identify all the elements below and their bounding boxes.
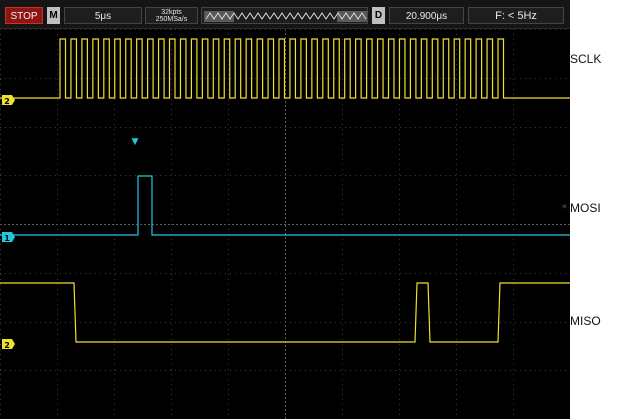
waveform-plot: ▼ 2 1 2 xyxy=(0,29,570,419)
ch-marker-sclk[interactable]: 2 xyxy=(2,95,15,106)
trigger-marker: ▼ xyxy=(132,137,139,147)
mode-badge[interactable]: M xyxy=(47,7,60,24)
overview-wave-icon xyxy=(204,11,367,22)
sclk-waveform xyxy=(0,38,570,99)
channel-label-miso: MISO xyxy=(570,314,601,328)
timebase-display[interactable]: 5μs xyxy=(64,7,142,24)
ch-marker-sclk-label: 2 xyxy=(4,97,10,106)
frequency-counter[interactable]: F: < 5Hz xyxy=(468,7,564,24)
channel-label-mosi: MOSI xyxy=(570,201,601,215)
ch-marker-mosi[interactable]: 1 xyxy=(2,232,15,243)
trigger-delay-display[interactable]: 20.900μs xyxy=(389,7,464,24)
oscilloscope-screen: STOP M 5μs 32kpts 250MSa/s D 20.900μs F:… xyxy=(0,0,570,419)
mosi-pointer-icon: ◂ xyxy=(561,201,567,212)
memory-depth: 32kpts xyxy=(161,9,182,16)
delay-mode-badge[interactable]: D xyxy=(372,7,385,24)
ch-marker-mosi-label: 1 xyxy=(4,234,10,243)
ch-marker-miso-label: 2 xyxy=(4,341,10,350)
sample-rate: 250MSa/s xyxy=(155,16,188,23)
overview-window-left xyxy=(204,11,234,22)
ch-marker-miso[interactable]: 2 xyxy=(2,339,15,350)
status-bar: STOP M 5μs 32kpts 250MSa/s D 20.900μs F:… xyxy=(0,0,570,29)
waveform-overview[interactable] xyxy=(201,7,368,24)
run-stop-button[interactable]: STOP xyxy=(5,7,43,24)
acquisition-info: 32kpts 250MSa/s xyxy=(145,7,198,24)
channel-label-sclk: SCLK xyxy=(570,52,602,66)
